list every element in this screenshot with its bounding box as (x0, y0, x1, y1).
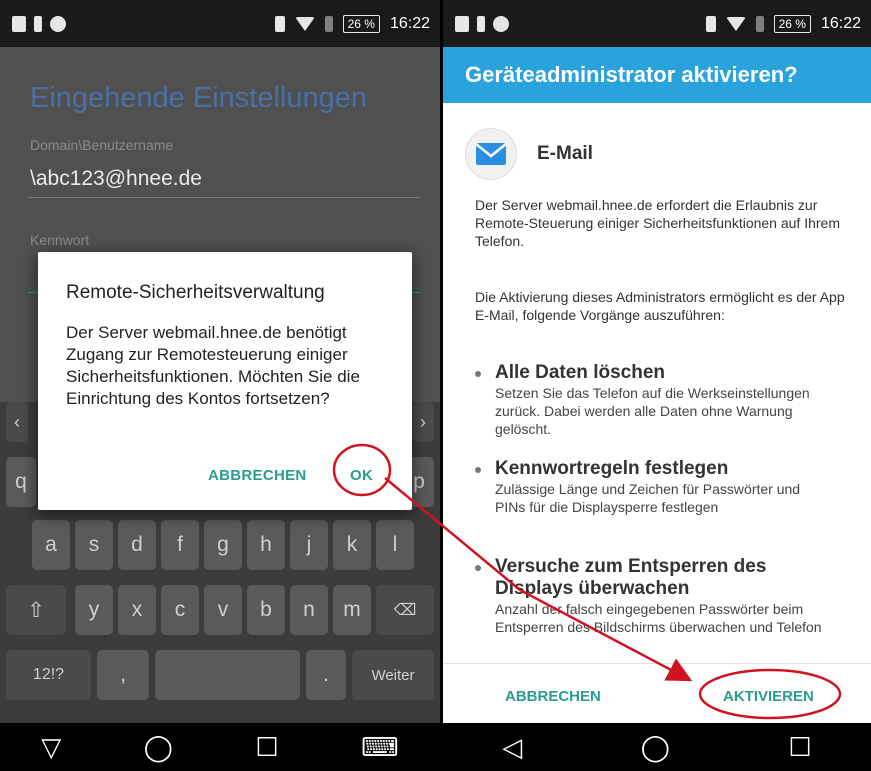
bullet-icon (475, 565, 481, 571)
permission-desc: Anzahl der falsch eingegebenen Passwörte… (495, 601, 822, 635)
key-k[interactable]: k (333, 520, 371, 570)
username-label: Domain\Benutzername (30, 137, 174, 153)
alert-icon (34, 15, 42, 32)
recents-icon[interactable]: ☐ (255, 732, 278, 763)
home-icon[interactable]: ◯ (641, 732, 670, 763)
clock: 16:22 (389, 14, 430, 32)
activation-text: Die Aktivierung dieses Administrators er… (475, 289, 845, 323)
sim-icon (755, 15, 764, 32)
wifi-icon (725, 16, 746, 31)
cancel-button[interactable]: ABBRECHEN (505, 688, 601, 705)
permission-item: Kennwortregeln festlegen Zulässige Länge… (475, 458, 825, 516)
app-header: E-Mail (465, 128, 593, 180)
page-title: Geräteadministrator aktivieren? (443, 47, 871, 103)
storage-icon (493, 15, 509, 32)
key-d[interactable]: d (118, 520, 156, 570)
key-s[interactable]: s (75, 520, 113, 570)
permission-title: Versuche zum Entsperren des Displays übe… (495, 556, 767, 599)
key-l[interactable]: l (376, 520, 414, 570)
gallery-icon (455, 15, 469, 32)
key-v[interactable]: v (204, 585, 242, 635)
permission-title: Alle Daten löschen (495, 362, 665, 383)
keyboard-icon[interactable]: ⌨ (361, 732, 399, 763)
key-a[interactable]: a (32, 520, 70, 570)
chevron-left-icon[interactable]: ‹ (6, 402, 28, 442)
status-bar: 26 % 16:22 (443, 0, 871, 47)
app-name: E-Mail (537, 143, 593, 164)
back-icon[interactable]: ▽ (41, 732, 61, 763)
username-field[interactable]: \abc123@hnee.de (30, 167, 202, 191)
key-g[interactable]: g (204, 520, 242, 570)
username-underline (28, 197, 420, 198)
permission-title: Kennwortregeln festlegen (495, 458, 729, 479)
key-c[interactable]: c (161, 585, 199, 635)
key-comma[interactable]: , (97, 650, 149, 700)
bullet-icon (475, 467, 481, 473)
key-b[interactable]: b (247, 585, 285, 635)
enter-key[interactable]: Weiter (352, 650, 434, 700)
chevron-right-icon[interactable]: › (412, 402, 434, 442)
battery-indicator: 26 % (773, 14, 811, 33)
key-f[interactable]: f (161, 520, 199, 570)
dialog-message: Der Server webmail.hnee.de benötigt Zuga… (66, 323, 360, 408)
dialog-ok-button[interactable]: OK (350, 467, 373, 484)
navigation-bar: ◁ ◯ ☐ (443, 723, 871, 771)
navigation-bar: ▽ ◯ ☐ ⌨ (0, 723, 440, 771)
permission-desc: Zulässige Länge und Zeichen für Passwört… (495, 481, 801, 515)
shift-icon[interactable]: ⇧ (6, 585, 66, 635)
dialog-cancel-button[interactable]: ABBRECHEN (208, 467, 307, 484)
home-icon[interactable]: ◯ (144, 732, 173, 763)
wifi-icon (294, 16, 315, 31)
key-y[interactable]: y (75, 585, 113, 635)
key-m[interactable]: m (333, 585, 371, 635)
activate-button[interactable]: AKTIVIEREN (723, 688, 814, 705)
password-label: Kennwort (30, 232, 90, 248)
key-period[interactable]: . (306, 650, 346, 700)
vibrate-icon (274, 15, 285, 32)
sim-icon (324, 15, 333, 32)
left-screen: 26 % 16:22 Eingehende Einstellungen Doma… (0, 0, 440, 723)
status-bar: 26 % 16:22 (0, 0, 440, 47)
intro-text: Der Server webmail.hnee.de erfordert die… (475, 197, 840, 249)
key-x[interactable]: x (118, 585, 156, 635)
key-n[interactable]: n (290, 585, 328, 635)
alert-icon (477, 15, 485, 32)
action-bar: ABBRECHEN AKTIVIEREN (443, 663, 871, 723)
back-icon[interactable]: ◁ (502, 732, 522, 763)
key-j[interactable]: j (290, 520, 328, 570)
recents-icon[interactable]: ☐ (788, 732, 811, 763)
storage-icon (50, 15, 66, 32)
symbols-key[interactable]: 12!? (6, 650, 91, 700)
backspace-icon[interactable]: ⌫ (376, 585, 434, 635)
key-q[interactable]: q (6, 457, 36, 507)
mail-icon (465, 128, 517, 180)
permission-item: Alle Daten löschen Setzen Sie das Telefo… (475, 362, 825, 438)
battery-indicator: 26 % (342, 14, 380, 33)
remote-security-dialog: Remote-Sicherheitsverwaltung Der Server … (38, 252, 412, 510)
vibrate-icon (705, 15, 716, 32)
space-key[interactable] (155, 650, 300, 700)
permission-item: Versuche zum Entsperren des Displays übe… (475, 556, 825, 636)
right-screen: 26 % 16:22 Geräteadministrator aktiviere… (443, 0, 871, 723)
gallery-icon (12, 15, 26, 32)
page-title: Eingehende Einstellungen (30, 82, 367, 114)
bullet-icon (475, 371, 481, 377)
permission-desc: Setzen Sie das Telefon auf die Werkseins… (495, 385, 810, 437)
key-h[interactable]: h (247, 520, 285, 570)
dialog-title: Remote-Sicherheitsverwaltung (66, 282, 325, 303)
clock: 16:22 (820, 14, 861, 32)
